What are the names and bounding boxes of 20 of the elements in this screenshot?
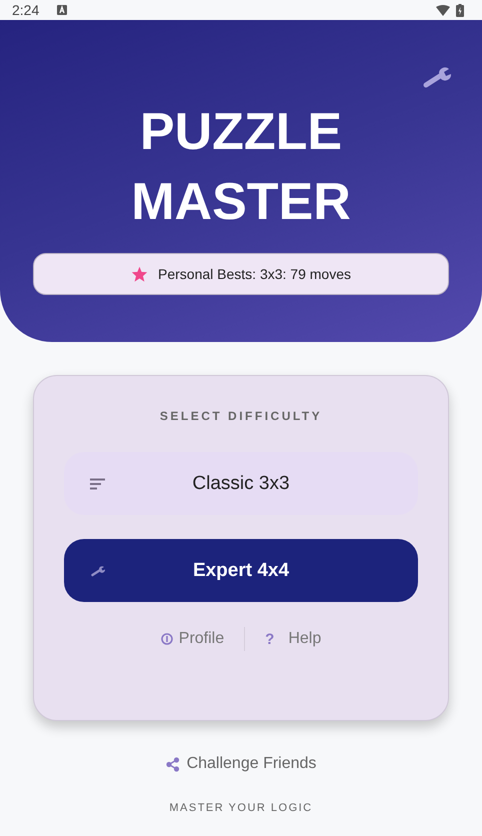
keyboard-icon — [57, 5, 68, 15]
star-icon — [131, 266, 148, 282]
difficulty-button[interactable]: Classic 3x3 — [64, 452, 418, 515]
wifi-icon — [436, 4, 450, 16]
share-icon — [166, 756, 180, 772]
personal-bests-text: Personal Bests: 3x3: 79 moves — [158, 266, 351, 282]
text-link[interactable]: ? Help — [265, 628, 322, 650]
wrench-icon[interactable] — [422, 65, 452, 89]
info-icon — [160, 633, 173, 645]
text-link[interactable]: Profile — [160, 628, 224, 650]
battery-icon — [456, 4, 464, 16]
app-title: PUZZLE MASTER — [131, 102, 351, 233]
difficulty-button[interactable]: Expert 4x4 — [64, 539, 418, 602]
challenge-friends-link[interactable]: Challenge Friends — [166, 753, 316, 775]
footer-tagline: MASTER YOUR LOGIC — [169, 802, 313, 814]
wrench-icon — [90, 564, 106, 576]
status-time: 2:24 — [12, 2, 40, 18]
sort-icon — [90, 478, 105, 489]
help-icon: ? — [265, 630, 274, 648]
card-heading: SELECT DIFFICULTY — [160, 409, 322, 423]
